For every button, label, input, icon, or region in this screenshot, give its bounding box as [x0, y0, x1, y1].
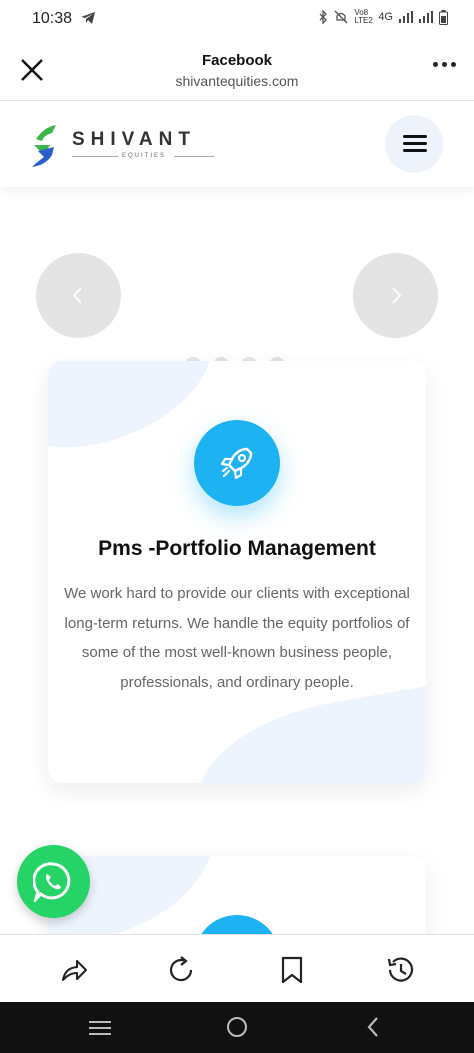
site-header: SHIVANT EQUITIES	[0, 101, 474, 187]
bookmark-icon[interactable]	[277, 955, 307, 985]
logo-mark-icon	[32, 125, 56, 167]
mute-icon	[334, 10, 348, 24]
browser-header: Facebook shivantequities.com	[0, 38, 474, 101]
status-time: 10:38	[32, 10, 73, 27]
brand-logo[interactable]: SHIVANT EQUITIES	[30, 125, 230, 169]
rocket-icon	[220, 447, 253, 480]
status-icons: Vo8 LTE2 4G	[318, 9, 448, 25]
service-icon-badge	[194, 420, 280, 506]
whatsapp-button[interactable]	[17, 845, 90, 918]
signal-icon-2	[419, 11, 433, 23]
menu-button[interactable]	[385, 115, 443, 173]
hamburger-icon-line	[403, 142, 427, 145]
logo-divider-right	[174, 156, 214, 157]
home-icon[interactable]	[226, 1016, 248, 1038]
brand-sub: EQUITIES	[122, 153, 167, 159]
system-navigation	[0, 1002, 474, 1053]
whatsapp-icon	[33, 862, 71, 902]
browser-url[interactable]: shivantequities.com	[0, 73, 474, 89]
chevron-right-icon	[392, 287, 402, 304]
refresh-icon[interactable]	[167, 955, 197, 985]
back-icon[interactable]	[365, 1016, 381, 1038]
carousel-next-button[interactable]	[353, 253, 438, 338]
telegram-icon	[81, 12, 95, 24]
brand-name: SHIVANT	[72, 129, 196, 150]
signal-icon	[399, 11, 413, 23]
hamburger-icon-line	[403, 149, 427, 152]
card-description: We work hard to provide our clients with…	[64, 585, 410, 691]
share-icon[interactable]	[59, 955, 89, 985]
hamburger-icon	[403, 135, 427, 138]
service-card: Pms -Portfolio Management We work hard t…	[48, 361, 426, 783]
network-type: 4G	[378, 11, 393, 23]
network-label: Vo8 LTE2	[354, 8, 373, 25]
history-icon[interactable]	[385, 955, 415, 985]
status-bar: 10:38 Vo8 LTE2 4G	[0, 0, 474, 38]
bluetooth-icon	[319, 10, 328, 24]
more-icon[interactable]	[433, 62, 456, 67]
chevron-left-icon	[72, 287, 82, 304]
carousel-prev-button[interactable]	[36, 253, 121, 338]
browser-title: Facebook	[201, 52, 273, 69]
recents-icon[interactable]	[89, 1020, 111, 1036]
logo-divider-left	[72, 156, 118, 157]
browser-toolbar	[0, 934, 474, 1003]
battery-icon	[439, 9, 448, 25]
card-heading: Pms -Portfolio Management	[98, 537, 376, 560]
